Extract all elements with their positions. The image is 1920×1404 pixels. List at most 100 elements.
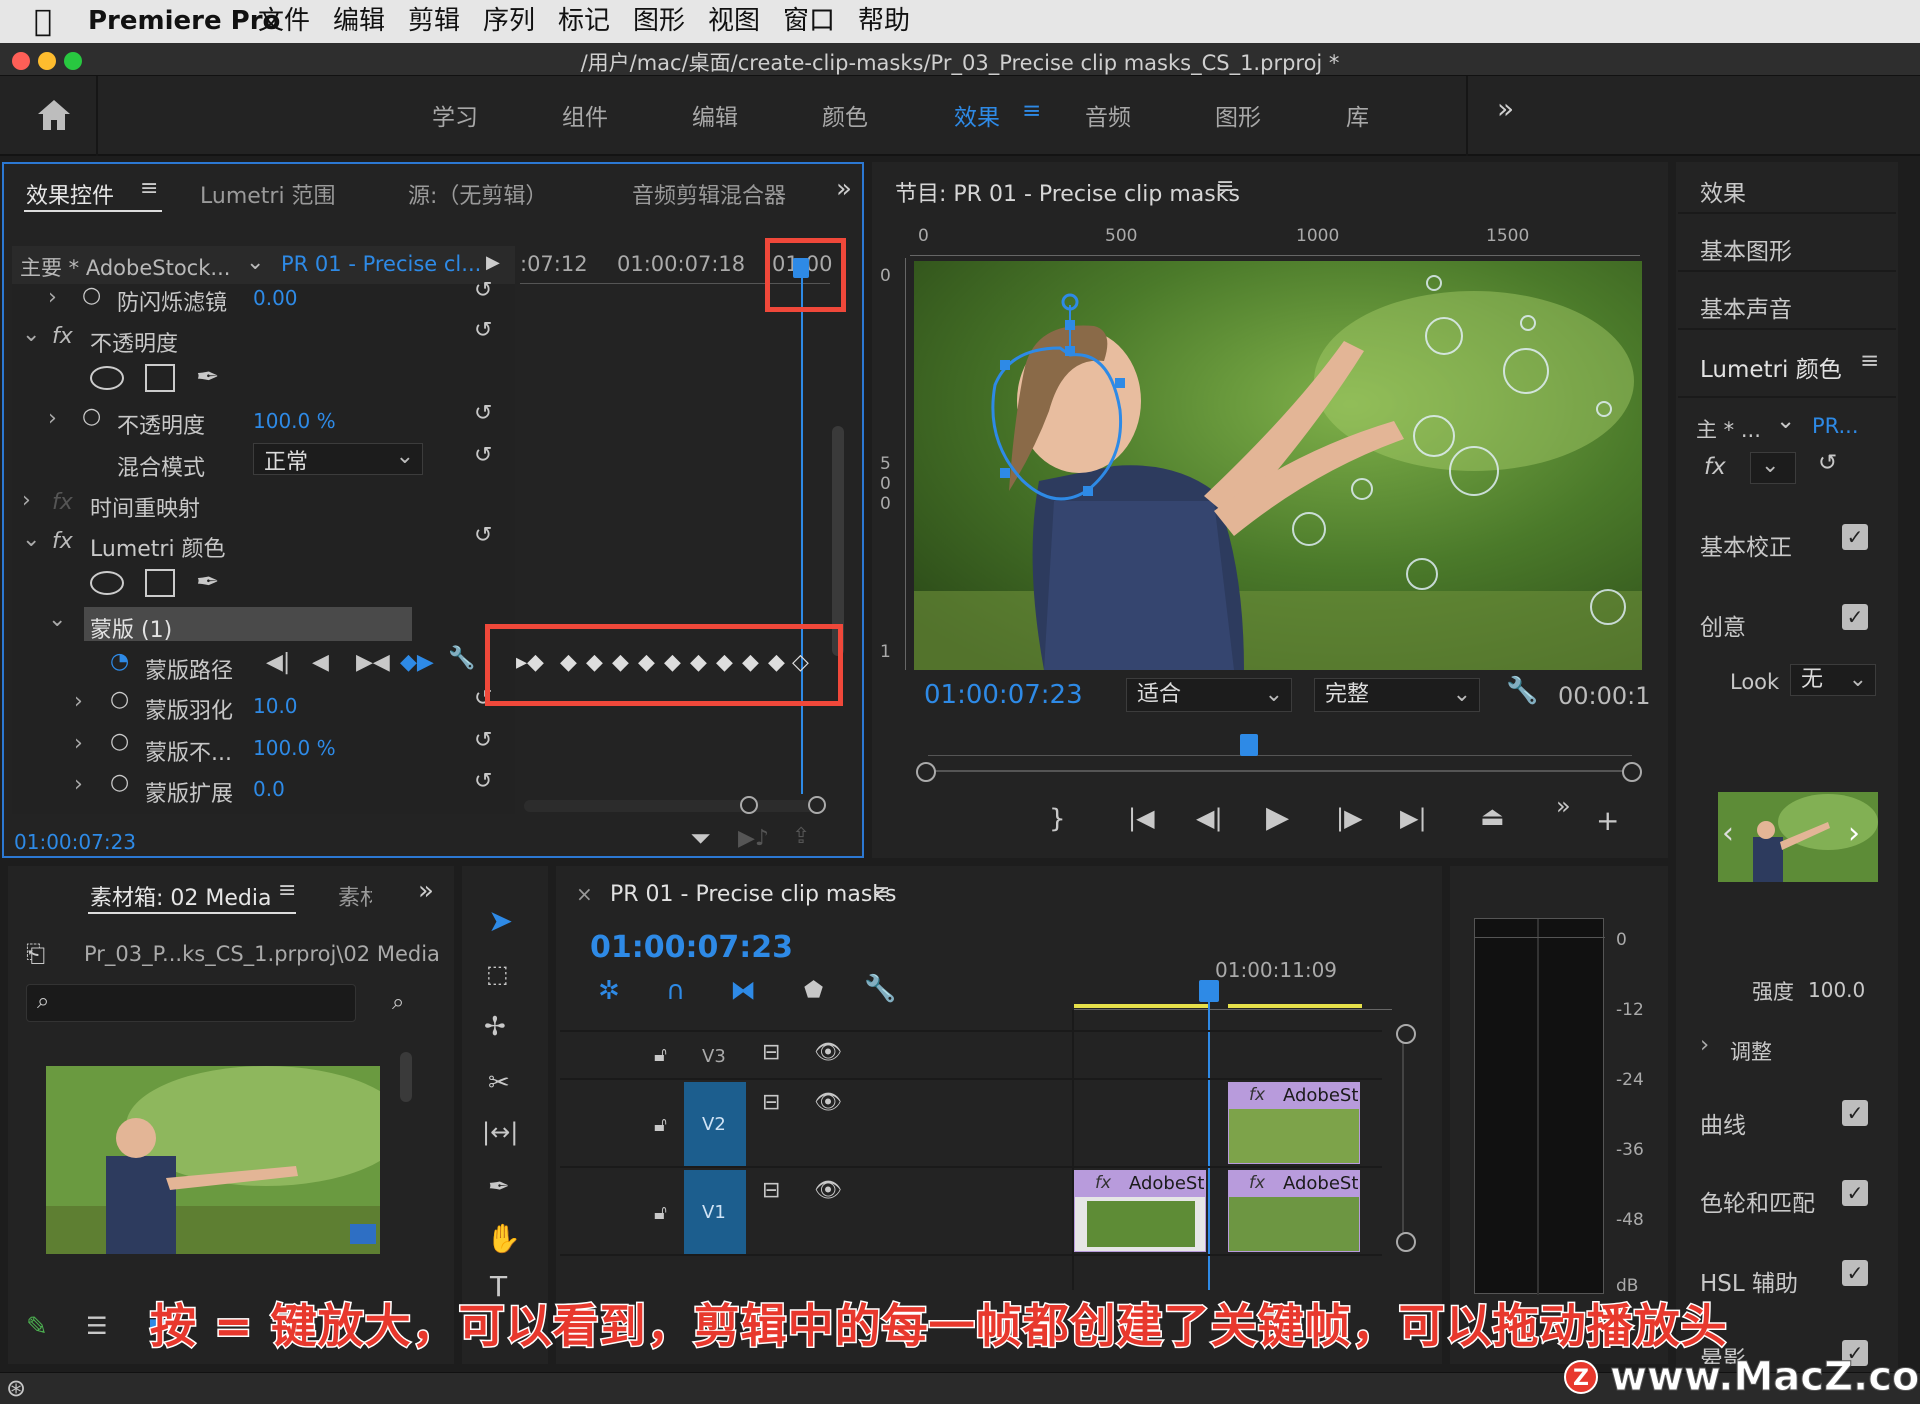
step-back-icon[interactable]: ◀| bbox=[1196, 804, 1223, 832]
play-icon[interactable]: ▶ bbox=[1266, 800, 1289, 835]
media-thumbnail[interactable] bbox=[46, 1066, 380, 1254]
tab-bin[interactable]: 素材箱: 02 Media bbox=[90, 880, 271, 912]
panel-more-icon[interactable]: » bbox=[836, 174, 852, 204]
more-controls-icon[interactable]: » bbox=[1556, 792, 1571, 820]
intensity-value[interactable]: 100.0 bbox=[1808, 978, 1865, 1002]
menu-file[interactable]: 文件 bbox=[258, 3, 310, 40]
slip-tool-icon[interactable]: |↔| bbox=[482, 1118, 518, 1146]
opacity-value[interactable]: 100.0 % bbox=[253, 409, 336, 433]
track-forward-one-icon[interactable]: ◆▶ bbox=[400, 650, 434, 675]
creative-checkbox[interactable]: ✓ bbox=[1842, 604, 1868, 630]
eye-icon[interactable]: 👁︎ bbox=[814, 1040, 842, 1065]
panel-menu-icon[interactable]: ≡ bbox=[1860, 348, 1879, 374]
vscroll-handle[interactable] bbox=[1396, 1232, 1416, 1252]
panel-menu-icon[interactable]: ≡ bbox=[1216, 174, 1234, 199]
track-backward-icon[interactable]: ◀| bbox=[266, 650, 290, 675]
step-forward-icon[interactable]: |▶ bbox=[1336, 804, 1363, 832]
ec-zoom-bar[interactable] bbox=[524, 800, 820, 812]
panel-menu-icon[interactable]: ≡ bbox=[140, 176, 158, 201]
creative-label[interactable]: 创意 bbox=[1700, 608, 1746, 642]
work-area-bar[interactable] bbox=[1228, 1004, 1362, 1008]
bin-search-input[interactable]: ⌕ bbox=[26, 984, 356, 1022]
vscroll-handle[interactable] bbox=[1396, 1024, 1416, 1044]
menu-edit[interactable]: 编辑 bbox=[333, 3, 385, 40]
essential-graphics-link[interactable]: 基本图形 bbox=[1700, 232, 1792, 266]
track-lock-icon[interactable]: 🔓︎ bbox=[654, 1042, 667, 1066]
essential-sound-link[interactable]: 基本声音 bbox=[1700, 290, 1792, 324]
program-timecode[interactable]: 01:00:07:23 bbox=[924, 680, 1083, 710]
eye-icon[interactable]: 👁︎ bbox=[814, 1178, 842, 1203]
ripple-edit-tool-icon[interactable]: ✢ bbox=[484, 1012, 506, 1042]
track-select-tool-icon[interactable]: ⬚ bbox=[486, 960, 509, 988]
stopwatch-icon[interactable]: ○ bbox=[82, 404, 101, 429]
pen-tool-icon[interactable]: ✒ bbox=[488, 1172, 510, 1202]
menu-sequence[interactable]: 序列 bbox=[483, 3, 535, 40]
fx-icon[interactable]: fx bbox=[52, 529, 73, 554]
lift-icon[interactable]: ⏏ bbox=[1480, 802, 1505, 832]
close-timeline-icon[interactable]: × bbox=[576, 882, 593, 906]
program-monitor-title[interactable]: 节目: PR 01 - Precise clip masks bbox=[895, 176, 1240, 208]
scrub-handle-left[interactable] bbox=[916, 762, 936, 782]
mark-out-icon[interactable]: } bbox=[1049, 804, 1066, 834]
find-icon[interactable]: ⌕ bbox=[392, 990, 404, 1015]
menu-view[interactable]: 视图 bbox=[708, 3, 760, 40]
linked-selection-icon[interactable]: ⧓ bbox=[730, 976, 756, 1006]
tab-source[interactable]: 源:（无剪辑） bbox=[408, 178, 547, 210]
snap-icon[interactable]: ∩ bbox=[666, 976, 685, 1006]
reset-icon[interactable]: ↺ bbox=[1818, 450, 1837, 476]
lumetri-seq-selector[interactable]: PR... bbox=[1812, 414, 1859, 438]
menu-window[interactable]: 窗口 bbox=[783, 3, 835, 40]
basic-correction-checkbox[interactable]: ✓ bbox=[1842, 524, 1868, 550]
mask-label[interactable]: 蒙版 (1) bbox=[90, 612, 172, 644]
expand-arrow-icon[interactable]: › bbox=[48, 285, 57, 310]
pen-mask-icon[interactable]: ✒ bbox=[196, 360, 219, 393]
ec-current-timecode[interactable]: 01:00:07:23 bbox=[14, 830, 136, 854]
zoom-handle-right[interactable] bbox=[808, 796, 826, 814]
track-both-icon[interactable]: ▶◀ bbox=[356, 650, 390, 675]
program-playhead-marker[interactable] bbox=[1240, 734, 1258, 756]
timeline-playhead-marker[interactable] bbox=[1199, 980, 1219, 1002]
curves-label[interactable]: 曲线 bbox=[1700, 1106, 1746, 1140]
selection-tool-icon[interactable]: ➤ bbox=[488, 904, 513, 939]
timeline-vscroll[interactable] bbox=[1402, 1028, 1414, 1238]
reset-icon[interactable]: ↺ bbox=[474, 728, 492, 753]
timeline-title[interactable]: PR 01 - Precise clip masks bbox=[610, 882, 897, 907]
ellipse-mask-icon[interactable] bbox=[90, 366, 124, 390]
stopwatch-icon[interactable]: ○ bbox=[110, 729, 129, 754]
rectangle-mask-icon[interactable] bbox=[145, 364, 175, 392]
creative-cloud-icon[interactable]: ⊛ bbox=[6, 1374, 26, 1402]
expand-arrow-icon[interactable]: › bbox=[48, 406, 57, 431]
menu-graphics[interactable]: 图形 bbox=[633, 3, 685, 40]
track-sync-icon[interactable]: ⊟ bbox=[762, 1090, 780, 1115]
home-icon[interactable] bbox=[36, 98, 72, 132]
mask-path-stopwatch-icon[interactable]: ◔ bbox=[110, 649, 129, 674]
wrench-icon[interactable]: 🔧 bbox=[1506, 676, 1538, 706]
lumetri-master-selector[interactable]: 主 * ... bbox=[1696, 414, 1761, 444]
reset-icon[interactable]: ↺ bbox=[474, 318, 492, 343]
workspace-editing[interactable]: 编辑 bbox=[692, 98, 738, 132]
menu-marker[interactable]: 标记 bbox=[558, 3, 610, 40]
look-dropdown[interactable]: 无 ⌄ bbox=[1790, 664, 1876, 696]
pencil-icon[interactable]: ✎ bbox=[26, 1312, 48, 1342]
mask-path-outline[interactable] bbox=[970, 290, 1150, 520]
basic-correction-label[interactable]: 基本校正 bbox=[1700, 528, 1792, 562]
workspace-graphics[interactable]: 图形 bbox=[1215, 98, 1261, 132]
stopwatch-icon[interactable]: ○ bbox=[110, 770, 129, 795]
timeline-settings-icon[interactable]: 🔧 bbox=[864, 974, 896, 1004]
workspace-learn[interactable]: 学习 bbox=[432, 98, 478, 132]
scrub-handle-right[interactable] bbox=[1622, 762, 1642, 782]
lumetri-color-title[interactable]: Lumetri 颜色 bbox=[1700, 350, 1842, 384]
add-marker-icon[interactable]: ⬟ bbox=[804, 978, 823, 1003]
work-area-bar[interactable] bbox=[1074, 1004, 1208, 1008]
panel-more-icon[interactable]: » bbox=[418, 876, 434, 906]
stopwatch-icon[interactable]: ○ bbox=[110, 687, 129, 712]
filter-icon[interactable]: ⏷ bbox=[690, 824, 711, 855]
razor-tool-icon[interactable]: ✂ bbox=[488, 1068, 510, 1098]
go-to-in-icon[interactable]: |◀ bbox=[1128, 804, 1155, 832]
apple-icon[interactable]:  bbox=[34, 3, 52, 40]
expand-arrow-icon[interactable]: › bbox=[74, 731, 83, 756]
color-wheels-label[interactable]: 色轮和匹配 bbox=[1700, 1184, 1815, 1218]
wrench-icon[interactable]: 🔧 bbox=[448, 646, 475, 671]
reset-icon[interactable]: ↺ bbox=[474, 401, 492, 426]
zoom-handle-left[interactable] bbox=[740, 796, 758, 814]
